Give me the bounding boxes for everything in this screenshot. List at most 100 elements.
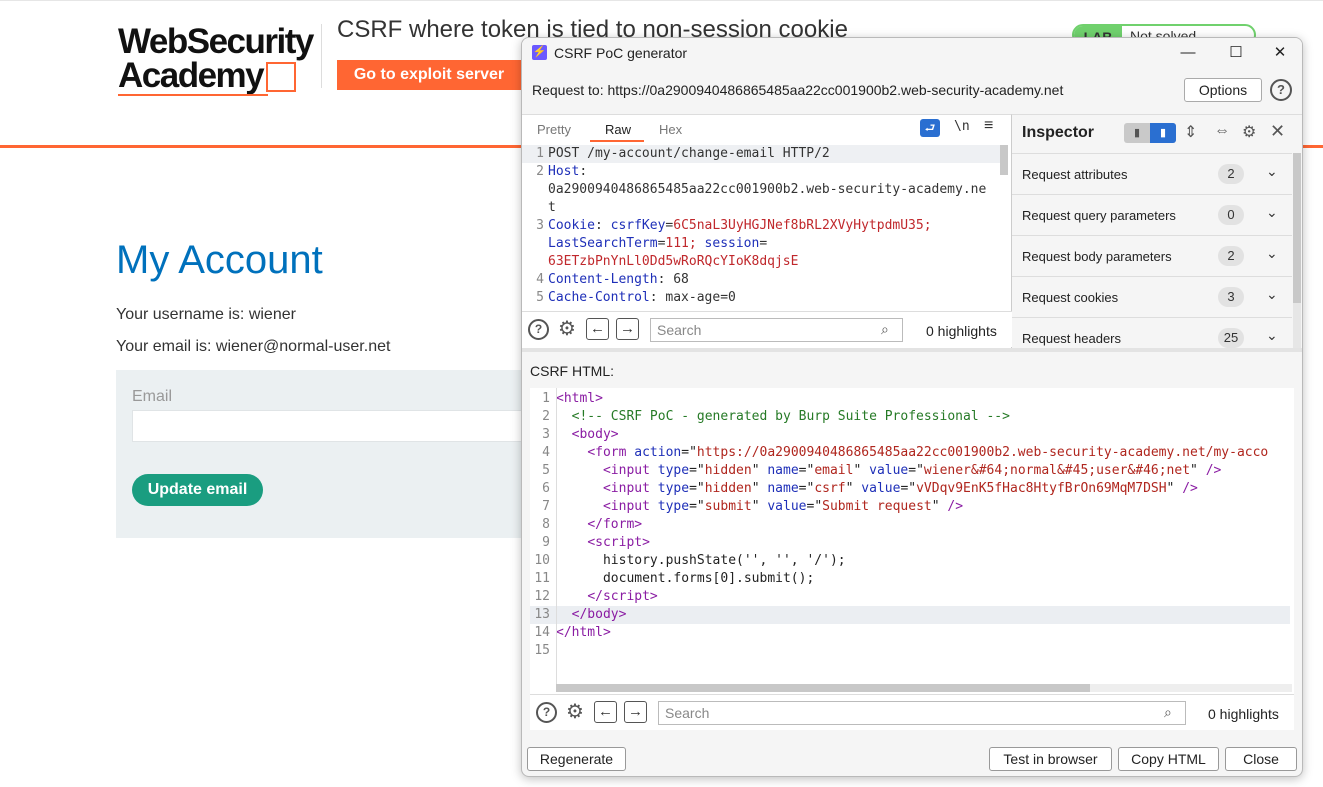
dialog-titlebar[interactable]: ⚡ CSRF PoC generator — ☐ ✕ [522, 38, 1302, 68]
html-tag: </body> [571, 607, 627, 622]
gear-icon[interactable]: ⚙ [564, 701, 586, 723]
inspector-row-cookies[interactable]: Request cookies 3 ⌄ [1012, 276, 1292, 317]
layout-left-icon[interactable]: ▮ [1124, 123, 1150, 143]
line-number: 3 [536, 218, 544, 233]
update-email-button[interactable]: Update email [132, 474, 263, 506]
tab-hex[interactable]: Hex [659, 122, 682, 137]
gear-icon[interactable]: ⚙ [1242, 122, 1256, 142]
header-colon: : [579, 164, 588, 179]
html-tag: <input [602, 463, 650, 478]
test-in-browser-button[interactable]: Test in browser [989, 747, 1112, 771]
raw-request-text[interactable]: 1 POST /my-account/change-email HTTP/2 2H… [522, 145, 1008, 309]
dialog-title: CSRF PoC generator [554, 45, 688, 61]
html-attr: name [767, 481, 799, 496]
help-icon[interactable]: ? [1270, 79, 1292, 101]
chevron-down-icon[interactable]: ⌄ [1266, 286, 1278, 303]
email-input[interactable] [132, 410, 536, 442]
code-line: 8 </form> [530, 516, 1290, 534]
inspector-row-label: Request cookies [1022, 290, 1119, 305]
html-attr: type [657, 499, 690, 514]
inspector-scrollbar[interactable] [1293, 153, 1301, 303]
inspector-title: Inspector [1022, 124, 1095, 141]
quote: " [931, 499, 940, 514]
chevron-down-icon[interactable]: ⌄ [1266, 245, 1278, 262]
chevron-down-icon[interactable]: ⌄ [1266, 327, 1278, 344]
html-tag: /> [947, 499, 964, 514]
back-arrow-icon[interactable]: ← [586, 318, 609, 340]
line-number: 2 [542, 409, 550, 424]
forward-arrow-icon[interactable]: → [624, 701, 647, 723]
help-icon[interactable]: ? [536, 702, 557, 723]
line-number: 13 [534, 607, 550, 622]
lightning-icon [266, 62, 296, 92]
maximize-button[interactable]: ☐ [1214, 41, 1258, 65]
attr-value: Submit request [822, 499, 932, 514]
logo-underline [118, 94, 268, 96]
html-attr: type [657, 481, 690, 496]
help-icon[interactable]: ? [528, 319, 549, 340]
quote: " [1190, 463, 1198, 478]
chevron-down-icon[interactable]: ⌄ [1266, 163, 1278, 180]
layout-right-icon[interactable]: ▮ [1150, 123, 1176, 143]
html-tag: </script> [587, 589, 658, 604]
inspector-row-count: 2 [1218, 164, 1244, 184]
code-text: </form> [556, 516, 642, 534]
html-tag: </form> [587, 517, 643, 532]
csrf-search-box[interactable]: ⌕ [658, 701, 1186, 725]
inspector-row-query-parameters[interactable]: Request query parameters 0 ⌄ [1012, 194, 1292, 235]
change-email-form: Email Update email [116, 370, 536, 538]
inspector-row-request-attributes[interactable]: Request attributes 2 ⌄ [1012, 153, 1292, 194]
code-text: <html> [556, 390, 603, 408]
request-search-input[interactable] [657, 321, 867, 339]
code-line: 6 <input type="hidden" name="csrf" value… [530, 480, 1290, 498]
csrf-poc-generator-dialog: ⚡ CSRF PoC generator — ☐ ✕ Request to: h… [521, 37, 1303, 777]
regenerate-button[interactable]: Regenerate [527, 747, 626, 771]
options-button[interactable]: Options [1184, 78, 1262, 102]
inspector-row-count: 25 [1218, 328, 1244, 348]
back-arrow-icon[interactable]: ← [594, 701, 617, 723]
close-window-button[interactable]: ✕ [1258, 41, 1302, 65]
inspector-row-body-parameters[interactable]: Request body parameters 2 ⌄ [1012, 235, 1292, 276]
line-number-gutter [556, 388, 557, 688]
request-scrollbar[interactable] [1000, 145, 1008, 175]
request-line: t [522, 199, 1008, 217]
minimize-button[interactable]: — [1166, 41, 1210, 65]
request-view-tabs: Pretty Raw Hex ⮐ \n ≡ [522, 115, 1012, 143]
csrf-html-code[interactable]: 1 <html> 2 <!-- CSRF PoC - generated by B… [530, 390, 1290, 682]
word-wrap-icon[interactable]: ⮐ [920, 119, 940, 137]
copy-html-button[interactable]: Copy HTML [1118, 747, 1219, 771]
equals: =" [689, 463, 705, 478]
horizontal-scrollbar[interactable] [556, 684, 1090, 692]
request-line: 0a2900940486865485aa22cc001900b2.web-sec… [522, 181, 1008, 199]
page-title: My Account [116, 238, 323, 282]
attr-value: wiener&#64;normal&#45;user&#46;net [923, 463, 1191, 478]
code-text: <input type="hidden" name="csrf" value="… [556, 480, 1198, 498]
cookie-value: 6C5naL3UyHGJNef8bRL2XVyHytpdmU35; [673, 218, 932, 233]
inspector-row-label: Request headers [1022, 331, 1122, 346]
close-icon[interactable]: ✕ [1270, 121, 1285, 142]
tab-pretty[interactable]: Pretty [537, 122, 571, 137]
collapse-all-icon[interactable]: ⇔ [1214, 122, 1230, 140]
request-search-box[interactable]: ⌕ [650, 318, 903, 342]
forward-arrow-icon[interactable]: → [616, 318, 639, 340]
code-text: history.pushState('', '', '/'); [556, 552, 846, 570]
go-to-exploit-server-button[interactable]: Go to exploit server [337, 60, 521, 90]
web-security-academy-logo[interactable]: WebSecurity Academy [118, 22, 323, 100]
gear-icon[interactable]: ⚙ [556, 318, 578, 340]
quote: " [853, 463, 862, 478]
code-text: <input type="submit" value="Submit reque… [556, 498, 963, 516]
close-button[interactable]: Close [1225, 747, 1297, 771]
burp-lightning-icon: ⚡ [532, 45, 547, 60]
inspector-layout-toggle[interactable]: ▮ ▮ [1124, 123, 1176, 143]
inspector-panel: Inspector ▮ ▮ ⇕ ⇔ ⚙ ✕ Request attributes… [1012, 114, 1302, 358]
header-name: Content-Length [548, 272, 658, 287]
csrf-search-input[interactable] [665, 704, 1145, 722]
menu-icon[interactable]: ≡ [984, 117, 993, 135]
show-newlines-icon[interactable]: \n [954, 119, 970, 134]
expand-all-icon[interactable]: ⇕ [1184, 122, 1197, 142]
pane-splitter[interactable] [522, 348, 1302, 352]
chevron-down-icon[interactable]: ⌄ [1266, 204, 1278, 221]
attr-value: submit [704, 499, 752, 514]
tab-raw[interactable]: Raw [592, 122, 644, 137]
quote: " [845, 481, 854, 496]
